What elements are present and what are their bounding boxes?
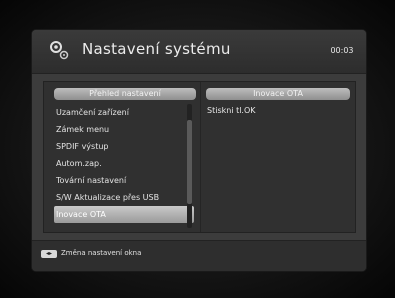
scrollbar-thumb[interactable] — [187, 120, 192, 204]
footer-hint: Změna nastavení okna — [61, 249, 142, 257]
menu-item-spdif-output[interactable]: SPDIF výstup — [54, 138, 194, 155]
menu-scrollbar[interactable] — [187, 104, 192, 228]
panel-divider — [200, 82, 201, 232]
left-panel-header: Přehled nastavení — [54, 88, 196, 100]
page-title: Nastavení systému — [82, 40, 231, 58]
ok-hint-text: Stiskni tl.OK — [207, 106, 256, 115]
settings-panel: Přehled nastavení Inovace OTA Uzamčení z… — [43, 81, 356, 233]
menu-item-auto-power[interactable]: Autom.zap. — [54, 155, 194, 172]
menu-item-device-lock[interactable]: Uzamčení zařízení — [54, 104, 194, 121]
menu-item-ota-update[interactable]: Inovace OTA — [54, 206, 194, 223]
title-bar: Nastavení systému 00:03 — [32, 30, 366, 74]
settings-menu-list: Uzamčení zařízení Zámek menu SPDIF výstu… — [54, 104, 194, 223]
gear-icon — [50, 41, 69, 60]
menu-item-factory-reset[interactable]: Tovární nastavení — [54, 172, 194, 189]
menu-item-menu-lock[interactable]: Zámek menu — [54, 121, 194, 138]
right-panel-header: Inovace OTA — [206, 88, 350, 100]
settings-window: Nastavení systému 00:03 Přehled nastaven… — [32, 30, 366, 271]
clock-display: 00:03 — [330, 46, 354, 55]
footer-bar: ◂▸ Změna nastavení okna — [32, 240, 366, 271]
menu-item-usb-update[interactable]: S/W Aktualizace přes USB — [54, 189, 194, 206]
left-right-arrows-icon: ◂▸ — [41, 250, 57, 258]
